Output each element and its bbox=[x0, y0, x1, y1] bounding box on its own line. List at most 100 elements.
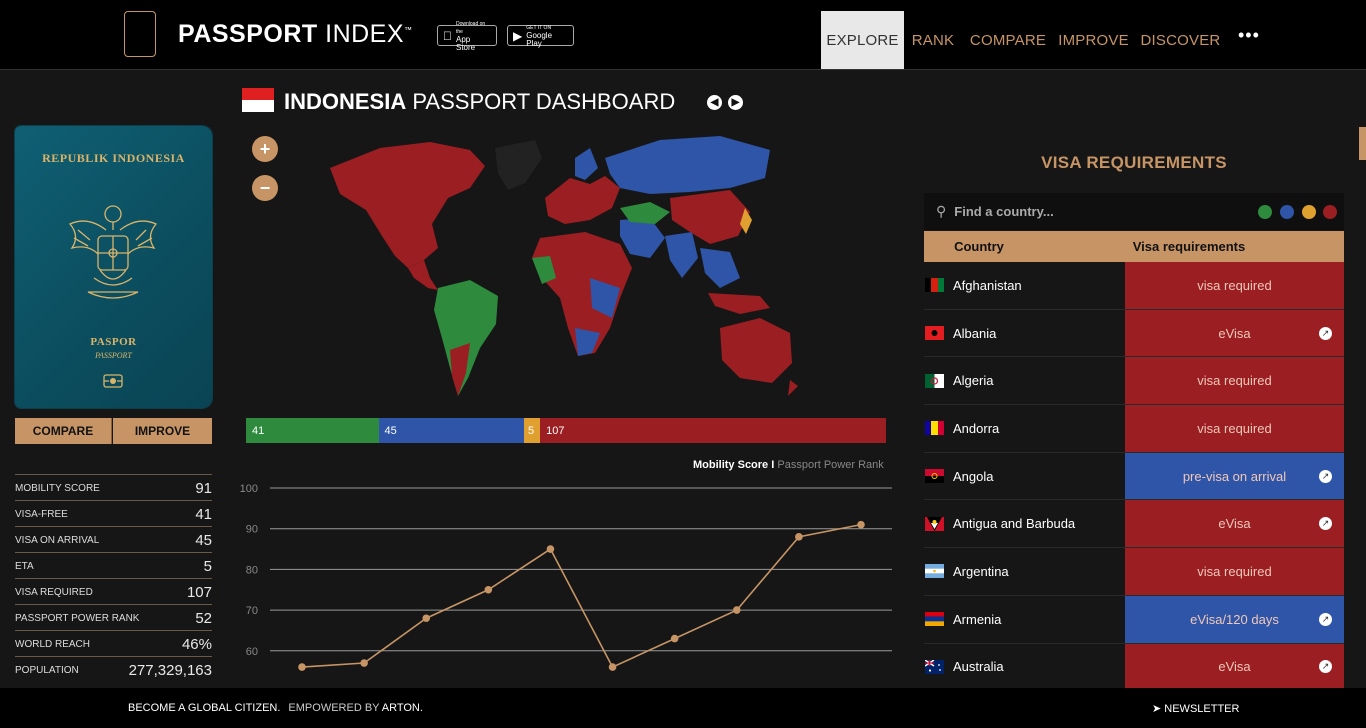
stat-visa-on-arrival: VISA ON ARRIVAL 45 bbox=[15, 526, 212, 552]
chart-data-point[interactable] bbox=[732, 606, 741, 614]
country-name: Albania bbox=[953, 325, 997, 341]
external-link-icon[interactable]: ↗ bbox=[1319, 326, 1332, 340]
legend-separator: I bbox=[771, 459, 775, 471]
column-header-visa-requirements[interactable]: Visa requirements bbox=[1034, 231, 1344, 262]
visa-row-algeria[interactable]: Algeria visa required bbox=[924, 357, 1344, 406]
stat-label: VISA REQUIRED bbox=[15, 587, 93, 598]
visa-requirement-cell[interactable]: visa required bbox=[1125, 548, 1344, 595]
passport-stats-list: MOBILITY SCORE 91 VISA-FREE 41 VISA ON ARR… bbox=[15, 474, 212, 682]
external-link-icon[interactable]: ↗ bbox=[1319, 612, 1332, 626]
au-flag-icon bbox=[925, 659, 944, 674]
visa-row-australia[interactable]: Australia eVisa ↗ bbox=[924, 643, 1344, 688]
af-flag-icon bbox=[925, 278, 944, 293]
filter-visa-on-arrival-dot[interactable] bbox=[1280, 205, 1294, 219]
arrow-right-icon[interactable]: ▶ bbox=[728, 95, 743, 110]
stat-visa-free: VISA-FREE 41 bbox=[15, 500, 212, 526]
visa-requirement-cell[interactable]: visa required bbox=[1125, 405, 1344, 452]
search-input[interactable]: Find a country... bbox=[954, 204, 1053, 219]
chart-data-point[interactable] bbox=[670, 634, 679, 643]
map-region-europe bbox=[545, 176, 620, 224]
stat-value: 107 bbox=[186, 584, 212, 601]
chart-data-point[interactable] bbox=[795, 533, 803, 541]
app-store-button[interactable]:  Download on theApp Store bbox=[437, 21, 497, 51]
nav-rank[interactable]: RANK bbox=[906, 11, 960, 69]
visa-requirement-text: visa required bbox=[1197, 563, 1272, 579]
visa-row-afghanistan[interactable]: Afghanistan visa required bbox=[924, 262, 1344, 310]
passport-cover: REPUBLIK INDONESIA PASPOR PASSPORT bbox=[15, 126, 212, 408]
visa-requirement-text: visa required bbox=[1197, 373, 1272, 389]
external-link-icon[interactable]: ↗ bbox=[1319, 660, 1332, 674]
dashboard-title-rest: PASSPORT DASHBOARD bbox=[412, 89, 676, 114]
page-scrollbar[interactable] bbox=[1359, 127, 1366, 160]
google-play-button[interactable]: ▶ GET IT ON Google Play bbox=[507, 25, 574, 47]
visa-row-andorra[interactable]: Andorra visa required bbox=[924, 405, 1344, 453]
compare-button[interactable]: COMPARE bbox=[15, 418, 112, 444]
arrow-left-icon[interactable]: ◀ bbox=[707, 95, 722, 110]
zoom-in-button[interactable]: + bbox=[252, 136, 278, 162]
visa-requirement-cell[interactable]: eVisa/120 days ↗ bbox=[1125, 595, 1344, 643]
footer: BECOME A GLOBAL CITIZEN. EMPOWERED BY ART… bbox=[0, 688, 1366, 728]
chart-data-point[interactable] bbox=[546, 545, 555, 553]
nav-improve[interactable]: IMPROVE bbox=[1056, 11, 1131, 69]
chart-data-point[interactable] bbox=[857, 520, 865, 529]
footer-powered-by: EMPOWERED BY bbox=[288, 702, 380, 714]
zoom-out-button[interactable]: − bbox=[252, 175, 278, 201]
legend-mobility-score[interactable]: Mobility Score bbox=[693, 459, 768, 471]
filter-visa-free-dot[interactable] bbox=[1258, 205, 1272, 219]
visa-requirement-cell[interactable]: visa required bbox=[1125, 262, 1344, 309]
more-menu-icon[interactable]: ••• bbox=[1238, 25, 1260, 46]
improve-button[interactable]: IMPROVE bbox=[113, 418, 212, 444]
visa-row-argentina[interactable]: Argentina visa required bbox=[924, 548, 1344, 596]
world-map[interactable] bbox=[320, 128, 810, 403]
legend-power-rank[interactable]: Passport Power Rank bbox=[777, 459, 883, 471]
visa-row-antigua-and-barbuda[interactable]: Antigua and Barbuda eVisa ↗ bbox=[924, 500, 1344, 549]
external-link-icon[interactable]: ↗ bbox=[1319, 469, 1332, 483]
chart-y-tick-label: 90 bbox=[246, 524, 258, 536]
visa-requirement-cell[interactable]: eVisa ↗ bbox=[1125, 500, 1344, 548]
nav-compare[interactable]: COMPARE bbox=[966, 11, 1050, 69]
country-name: Argentina bbox=[953, 563, 1009, 579]
brand-logo[interactable]: PASSPORT INDEX™ bbox=[178, 20, 413, 49]
map-region-greenland bbox=[495, 140, 542, 190]
chart-data-point[interactable] bbox=[360, 659, 368, 667]
appstore-big: App Store bbox=[447, 34, 483, 51]
visa-row-armenia[interactable]: Armenia eVisa/120 days ↗ bbox=[924, 595, 1344, 644]
stat-world-reach: WORLD REACH 46% bbox=[15, 630, 212, 656]
newsletter-link[interactable]: ➤ NEWSLETTER bbox=[1152, 702, 1239, 715]
filter-eta-dot[interactable] bbox=[1302, 205, 1316, 219]
nav-discover[interactable]: DISCOVER bbox=[1137, 11, 1224, 69]
country-nav-arrows: ◀ ▶ bbox=[707, 95, 743, 110]
visa-requirement-cell[interactable]: eVisa ↗ bbox=[1125, 643, 1344, 688]
filter-visa-required-dot[interactable] bbox=[1323, 205, 1337, 219]
dz-flag-icon bbox=[925, 373, 944, 388]
visa-row-country-cell: Afghanistan bbox=[924, 262, 1125, 309]
visa-requirement-cell[interactable]: eVisa ↗ bbox=[1125, 309, 1344, 357]
column-header-country[interactable]: Country bbox=[924, 231, 1034, 262]
visa-row-country-cell: Armenia bbox=[924, 595, 1125, 643]
visa-row-albania[interactable]: Albania eVisa ↗ bbox=[924, 309, 1344, 358]
chart-data-point[interactable] bbox=[422, 614, 431, 623]
footer-arton-link[interactable]: ARTON. bbox=[382, 702, 423, 714]
nav-explore[interactable]: EXPLORE bbox=[821, 11, 904, 69]
garuda-emblem-icon bbox=[68, 205, 158, 299]
map-region-australia bbox=[720, 318, 792, 383]
chart-data-point[interactable] bbox=[608, 663, 617, 671]
stat-population: POPULATION 277,329,163 bbox=[15, 656, 212, 682]
external-link-icon[interactable]: ↗ bbox=[1319, 517, 1332, 531]
country-name: Algeria bbox=[953, 373, 994, 389]
visa-row-angola[interactable]: Angola pre-visa on arrival ↗ bbox=[924, 452, 1344, 501]
brand-tm: ™ bbox=[404, 25, 413, 35]
visa-row-country-cell: Albania bbox=[924, 309, 1125, 357]
visa-row-country-cell: Angola bbox=[924, 452, 1125, 500]
chart-data-point[interactable] bbox=[484, 585, 493, 594]
passport-logo-icon[interactable] bbox=[124, 11, 156, 57]
visa-requirement-cell[interactable]: pre-visa on arrival ↗ bbox=[1125, 452, 1344, 500]
map-region-middle-east bbox=[620, 218, 665, 258]
visa-requirement-cell[interactable]: visa required bbox=[1125, 357, 1344, 405]
stat-value: 41 bbox=[195, 506, 212, 523]
chart-y-tick-label: 60 bbox=[246, 646, 258, 658]
stat-label: WORLD REACH bbox=[15, 639, 91, 650]
breakdown-segment-3: 107 bbox=[540, 418, 886, 443]
chart-data-point[interactable] bbox=[298, 663, 306, 671]
ag-flag-icon bbox=[925, 516, 944, 531]
